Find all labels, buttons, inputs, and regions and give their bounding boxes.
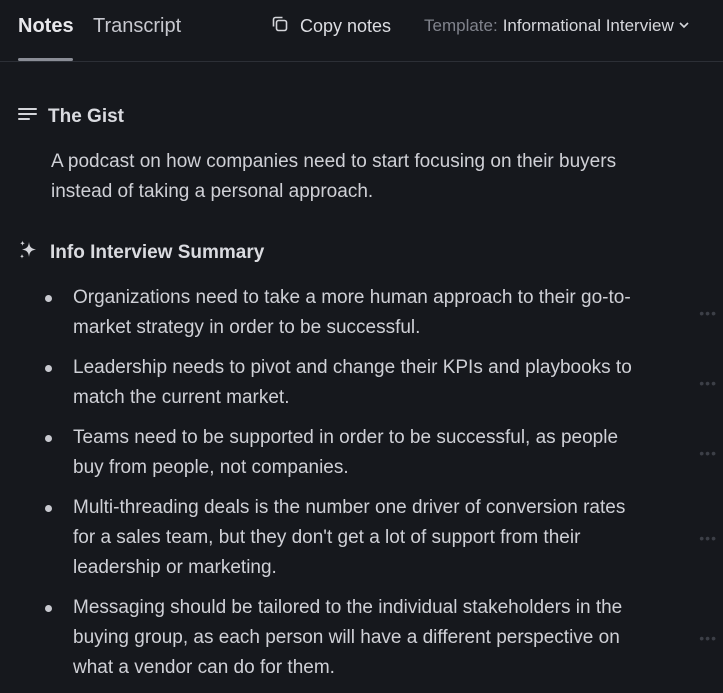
lines-icon: [18, 106, 48, 128]
more-options-icon[interactable]: •••: [699, 523, 717, 553]
list-item: Leadership needs to pivot and change the…: [0, 353, 723, 413]
bullet-dot: [45, 295, 52, 302]
sparkle-icon: [18, 239, 50, 267]
list-item-text: Teams need to be supported in order to b…: [73, 427, 619, 478]
gist-heading-label: The Gist: [48, 106, 125, 127]
gist-heading: The Gist: [18, 106, 124, 128]
bullet-dot: [45, 435, 52, 442]
list-item-text: Multi-threading deals is the number one …: [73, 497, 626, 578]
tab-transcript[interactable]: Transcript: [93, 14, 181, 38]
list-item-text: Messaging should be tailored to the indi…: [73, 597, 623, 678]
top-toolbar: Notes Transcript Copy notes Template: In…: [0, 0, 723, 62]
active-tab-indicator: [18, 58, 73, 61]
copy-icon: [270, 14, 300, 39]
more-options-icon[interactable]: •••: [699, 368, 717, 398]
bullet-dot: [45, 365, 52, 372]
more-options-icon[interactable]: •••: [699, 623, 717, 653]
list-item: Multi-threading deals is the number one …: [0, 493, 723, 583]
bullet-dot: [45, 505, 52, 512]
template-value: Informational Interview: [502, 16, 674, 35]
template-prefix: Template:: [424, 16, 498, 35]
copy-notes-label: Copy notes: [300, 15, 392, 36]
list-item: Teams need to be supported in order to b…: [0, 423, 723, 483]
gist-text: A podcast on how companies need to start…: [51, 151, 617, 202]
list-item: Messaging should be tailored to the indi…: [0, 593, 723, 683]
more-options-icon[interactable]: •••: [699, 438, 717, 468]
template-selector[interactable]: Template: Informational Interview: [424, 13, 690, 39]
more-options-icon[interactable]: •••: [699, 298, 717, 328]
chevron-down-icon: [674, 16, 690, 36]
list-item: Organizations need to take a more human …: [0, 283, 723, 343]
summary-heading: Info Interview Summary: [18, 239, 264, 267]
list-item-text: Organizations need to take a more human …: [73, 287, 631, 338]
summary-heading-label: Info Interview Summary: [50, 242, 265, 263]
list-item-text: Leadership needs to pivot and change the…: [73, 357, 632, 408]
tab-notes[interactable]: Notes: [18, 14, 74, 38]
summary-list: Organizations need to take a more human …: [0, 283, 723, 693]
copy-notes-button[interactable]: Copy notes: [270, 13, 391, 39]
bullet-dot: [45, 605, 52, 612]
